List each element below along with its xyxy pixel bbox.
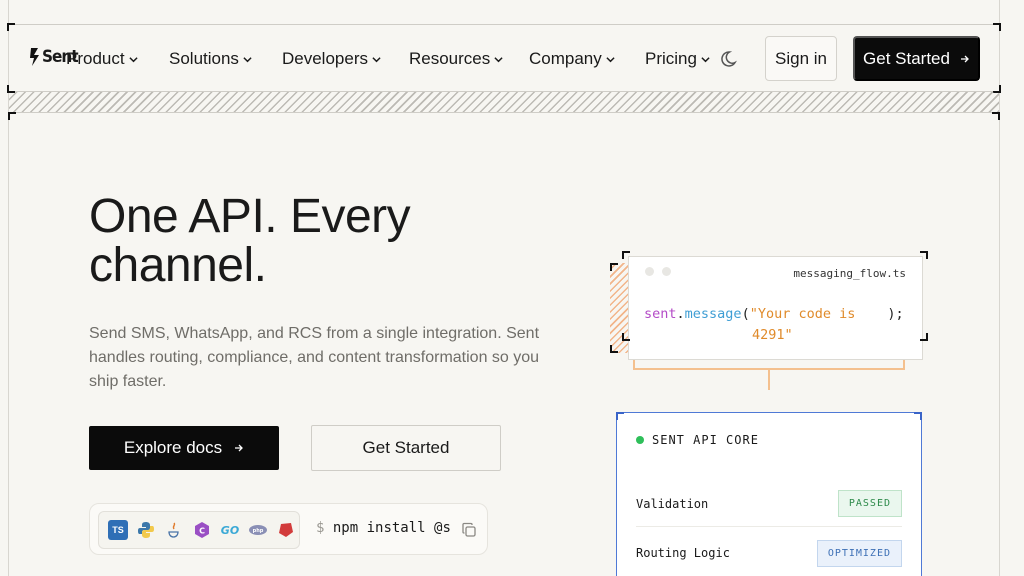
api-core-title-text: SENT API CORE [652, 433, 759, 447]
chevron-down-icon [701, 56, 710, 62]
nav-item-developers[interactable]: Developers [282, 49, 381, 69]
frame-corner [920, 251, 928, 259]
code-snippet: sent. message("Your code is); 4291" [644, 304, 904, 346]
api-row-routing: Routing Logic OPTIMIZED [636, 533, 902, 573]
frame-corner [992, 112, 1000, 120]
hatched-divider [9, 92, 999, 113]
copy-icon[interactable] [461, 522, 477, 538]
nav-item-label: Resources [409, 49, 491, 68]
get-started-hero-button[interactable]: Get Started [311, 425, 501, 471]
status-badge: OPTIMIZED [816, 539, 902, 567]
frame-corner [914, 412, 922, 420]
php-icon[interactable]: php [248, 520, 268, 540]
ruby-icon[interactable] [276, 520, 296, 540]
code-snippet-card: messaging_flow.ts sent. message("Your cod… [628, 256, 923, 360]
frame-corner [993, 23, 1001, 31]
get-started-nav-button[interactable]: Get Started [853, 36, 980, 81]
java-icon[interactable] [164, 520, 184, 540]
api-core-card: SENT API CORE Validation PASSED Routing … [616, 412, 922, 576]
chevron-down-icon [128, 56, 138, 62]
frame-corner [8, 112, 16, 120]
go-icon[interactable]: GO [220, 520, 240, 540]
sent-logo-icon [30, 48, 39, 66]
hero-headline: One API. Every channel. [89, 190, 411, 292]
flow-connector [768, 370, 770, 390]
code-close: ); [887, 306, 904, 322]
api-row-validation: Validation PASSED [636, 481, 902, 527]
nav-item-label: Developers [282, 49, 368, 68]
command-text: npm install @s [332, 520, 451, 536]
frame-corner [616, 412, 624, 420]
code-open-paren: ( [741, 306, 750, 322]
prompt-symbol: $ [316, 520, 325, 536]
window-dot [662, 267, 671, 276]
chevron-down-icon [606, 56, 615, 62]
code-string-2: 4291" [752, 327, 793, 343]
svg-text:php: php [253, 528, 264, 534]
get-started-label: Get Started [863, 48, 950, 68]
api-core-title: SENT API CORE [636, 433, 759, 447]
frame-corner [610, 345, 618, 353]
explore-docs-button[interactable]: Explore docs [89, 426, 279, 470]
nav-item-solutions[interactable]: Solutions [169, 49, 252, 69]
nav-item-label: Solutions [169, 49, 239, 68]
hero-subtext: Send SMS, WhatsApp, and RCS from a singl… [89, 325, 540, 390]
install-command: $ npm install @s [316, 520, 451, 536]
language-selector: TS C GO php [98, 511, 300, 549]
code-dot: . [676, 306, 685, 322]
svg-text:C: C [199, 527, 205, 536]
frame-corner [920, 333, 928, 341]
arrow-right-icon [960, 55, 969, 62]
csharp-icon[interactable]: C [192, 520, 212, 540]
arrow-right-icon [235, 444, 244, 452]
nav-item-label: Company [529, 49, 602, 68]
code-method: message [684, 306, 742, 322]
status-dot [636, 436, 644, 444]
window-dot [645, 267, 654, 276]
nav-item-company[interactable]: Company [529, 49, 615, 69]
nav-item-label: Product [66, 49, 125, 68]
typescript-icon[interactable]: TS [108, 520, 128, 540]
window-dots [645, 267, 671, 276]
top-navbar: Sent Product Solutions Developers Resour… [7, 23, 1001, 93]
explore-docs-label: Explore docs [123, 438, 223, 457]
moon-icon[interactable] [721, 49, 741, 69]
api-row-label: Validation [636, 496, 709, 511]
nav-item-label: Pricing [645, 49, 697, 68]
frame-corner [7, 23, 15, 31]
chevron-down-icon [243, 56, 252, 62]
code-filename: messaging_flow.ts [793, 267, 906, 280]
python-icon[interactable] [136, 520, 156, 540]
code-string-1: "Your code is [749, 306, 856, 322]
frame-corner [622, 251, 630, 259]
code-object: sent [644, 306, 677, 322]
chevron-down-icon [372, 56, 381, 62]
nav-item-resources[interactable]: Resources [409, 49, 503, 69]
nav-item-product[interactable]: Product [66, 49, 138, 69]
nav-item-pricing[interactable]: Pricing [645, 49, 710, 69]
api-row-label: Routing Logic [636, 546, 730, 560]
frame-corner [622, 333, 630, 341]
svg-text:GO: GO [221, 524, 239, 537]
frame-corner [610, 263, 618, 271]
chevron-down-icon [494, 56, 503, 62]
install-command-bar: TS C GO php $ npm install @s [89, 503, 488, 555]
status-badge: PASSED [837, 490, 902, 517]
sign-in-button[interactable]: Sign in [765, 36, 837, 81]
